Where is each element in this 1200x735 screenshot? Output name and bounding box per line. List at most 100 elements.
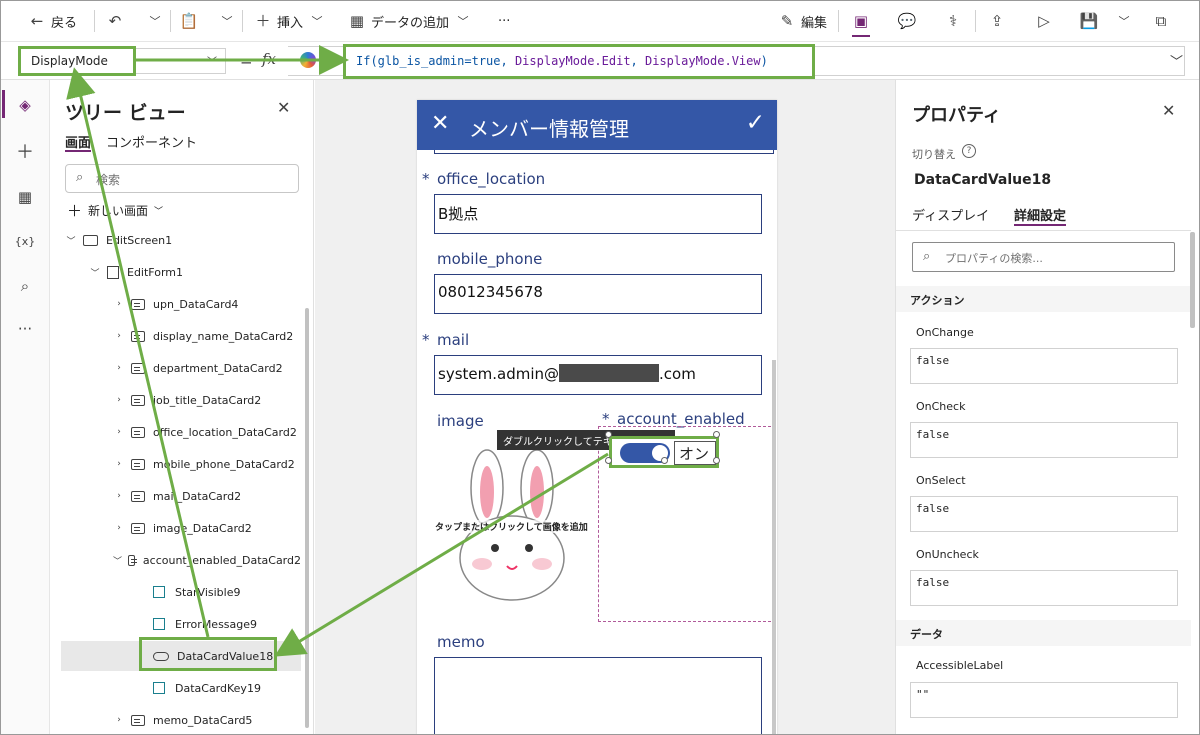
layers-icon[interactable]: ◈ <box>14 94 36 116</box>
mobile-phone-input[interactable]: 08012345678 <box>434 274 762 314</box>
toggle-text[interactable]: オン <box>674 441 716 465</box>
tab-display[interactable]: ディスプレイ <box>912 205 989 224</box>
variables-icon[interactable]: {x} <box>14 230 36 252</box>
mail-prefix: system.admin@ <box>438 365 559 383</box>
publish-button[interactable]: ⧉ <box>1152 10 1170 32</box>
tree-item-label: StarVisible9 <box>175 585 241 599</box>
undo-button[interactable]: ↶ <box>106 10 124 32</box>
arrow-left-icon: ← <box>30 11 44 30</box>
tree-item-label: EditScreen1 <box>106 233 173 247</box>
tree-item-label: DataCardValue18 <box>177 649 274 663</box>
properties-scrollbar[interactable] <box>1190 232 1195 328</box>
tab-advanced[interactable]: 詳細設定 <box>1014 205 1066 224</box>
new-screen-button[interactable]: ＋ 新しい画面 ﹀ <box>67 200 163 221</box>
paste-dropdown[interactable]: ﹀ <box>218 10 236 32</box>
tree-item-datacard[interactable]: › office_location_DataCard2 <box>51 418 301 446</box>
edit-button[interactable]: ✎ 編集 <box>778 10 827 32</box>
app-checker-button[interactable]: ▣ <box>852 10 870 32</box>
play-button[interactable]: ▷ <box>1035 10 1053 32</box>
back-button[interactable]: ← 戻る <box>28 10 77 32</box>
tree-item-selected-control[interactable]: DataCardValue18 <box>51 642 301 670</box>
tree-item-datacard[interactable]: › upn_DataCard4 <box>51 290 301 318</box>
edit-control-icon <box>153 618 165 630</box>
mail-input[interactable]: system.admin@ .com <box>434 355 762 395</box>
prop-input-accessiblelabel[interactable]: "" <box>910 682 1178 718</box>
checkmark-icon[interactable]: ✓ <box>746 110 765 136</box>
tree-item-control[interactable]: ErrorMessage9 <box>51 610 301 638</box>
office-location-input[interactable]: B拠点 <box>434 194 762 234</box>
chevron-right-icon: › <box>117 523 121 533</box>
tree-item-control[interactable]: StarVisible9 <box>51 578 301 606</box>
tree-item-datacard[interactable]: › job_title_DataCard2 <box>51 386 301 414</box>
add-data-label: データの追加 <box>371 15 450 31</box>
tree-item-datacard[interactable]: › department_DataCard2 <box>51 354 301 382</box>
search-icon[interactable]: ⌕ <box>14 275 36 297</box>
tree-item-datacard[interactable]: › mobile_phone_DataCard2 <box>51 450 301 478</box>
expand-formula-chevron-icon[interactable]: ﹀ <box>1170 51 1183 70</box>
mobile-phone-label: mobile_phone <box>437 250 543 268</box>
formula-part: DisplayMode.Edit <box>514 54 631 68</box>
tree-item-label: DataCardKey19 <box>175 681 261 695</box>
insert-button[interactable]: ＋ 挿入 ﹀ <box>254 10 326 32</box>
tab-screens[interactable]: 画面 <box>65 132 91 151</box>
prop-label-onuncheck: OnUncheck <box>916 548 979 561</box>
resize-handle[interactable] <box>605 457 612 464</box>
resize-handle[interactable] <box>713 431 720 438</box>
image-control[interactable]: タップまたはクリックして画像を追加 <box>427 440 597 610</box>
close-icon[interactable]: ✕ <box>277 98 290 117</box>
prop-input-onchange[interactable]: false <box>910 348 1178 384</box>
property-dropdown-frame[interactable]: ﹀ <box>136 48 226 74</box>
card-icon <box>128 554 137 566</box>
resize-handle[interactable] <box>713 457 720 464</box>
tree-item-screen[interactable]: ﹀ EditScreen1 <box>51 226 301 254</box>
edit-label: 編集 <box>801 15 828 31</box>
chevron-down-icon: ﹀ <box>221 14 233 28</box>
more-icon[interactable]: ··· <box>14 318 36 340</box>
tree-item-datacard[interactable]: › mail_DataCard2 <box>51 482 301 510</box>
toolbar-divider <box>242 10 243 32</box>
close-icon[interactable]: ✕ <box>1162 101 1175 120</box>
tree-scrollbar[interactable] <box>305 308 309 728</box>
resize-handle[interactable] <box>661 457 668 464</box>
formula-input[interactable]: If(glb_is_admin=true, DisplayMode.Edit, … <box>343 44 815 79</box>
add-data-button[interactable]: ▦ データの追加 ﹀ <box>348 10 472 32</box>
active-indicator <box>852 35 870 37</box>
property-select[interactable]: DisplayMode <box>18 46 136 76</box>
tree-item-datacard[interactable]: ﹀ account_enabled_DataCard2 <box>51 546 301 574</box>
prop-input-oncheck[interactable]: false <box>910 422 1178 458</box>
edit-form: ✕ メンバー情報管理 ✓ * office_location B拠点 mobile… <box>417 100 777 735</box>
share-button[interactable]: ⇪ <box>988 10 1006 32</box>
divider <box>896 230 1191 231</box>
property-search-input[interactable]: ⌕ プロパティの検索... <box>912 242 1175 272</box>
more-button[interactable]: ··· <box>498 10 510 32</box>
prop-input-onselect[interactable]: false <box>910 496 1178 532</box>
tree-item-datacard[interactable]: › image_DataCard2 <box>51 514 301 542</box>
card-icon <box>131 522 145 534</box>
formula-part: ) <box>760 54 768 68</box>
form-scrollbar[interactable] <box>772 360 776 735</box>
undo-dropdown[interactable]: ﹀ <box>146 10 164 32</box>
data-grid-icon[interactable]: ▦ <box>14 186 36 208</box>
comments-button[interactable]: 💬 <box>898 10 917 32</box>
tree-search-input[interactable]: ⌕ 検索 <box>65 164 299 193</box>
tree-item-control[interactable]: DataCardKey19 <box>51 674 301 702</box>
save-dropdown[interactable]: ﹀ <box>1115 10 1133 32</box>
section-actions: アクション <box>896 286 1191 312</box>
paste-button[interactable]: 📋 <box>180 10 199 32</box>
resize-handle[interactable] <box>605 431 612 438</box>
fx-icon[interactable]: fx <box>262 50 276 68</box>
memo-input[interactable] <box>434 657 762 735</box>
undo-icon: ↶ <box>108 11 122 30</box>
save-button[interactable]: 💾 <box>1080 10 1099 32</box>
tree-item-form[interactable]: ﹀ EditForm1 <box>51 258 301 286</box>
tree-item-datacard[interactable]: › display_name_DataCard2 <box>51 322 301 350</box>
control-type-label: 切り替え <box>912 148 956 161</box>
help-icon[interactable]: ? <box>962 144 976 158</box>
close-icon[interactable]: ✕ <box>431 111 449 136</box>
tree-item-datacard[interactable]: › memo_DataCard5 <box>51 706 301 734</box>
plus-icon[interactable]: ＋ <box>14 140 36 163</box>
tab-components[interactable]: コンポーネント <box>106 132 197 151</box>
tree-title: ツリー ビュー <box>65 102 186 124</box>
prop-input-onuncheck[interactable]: false <box>910 570 1178 606</box>
stethoscope-button[interactable]: ⚕ <box>944 10 962 32</box>
